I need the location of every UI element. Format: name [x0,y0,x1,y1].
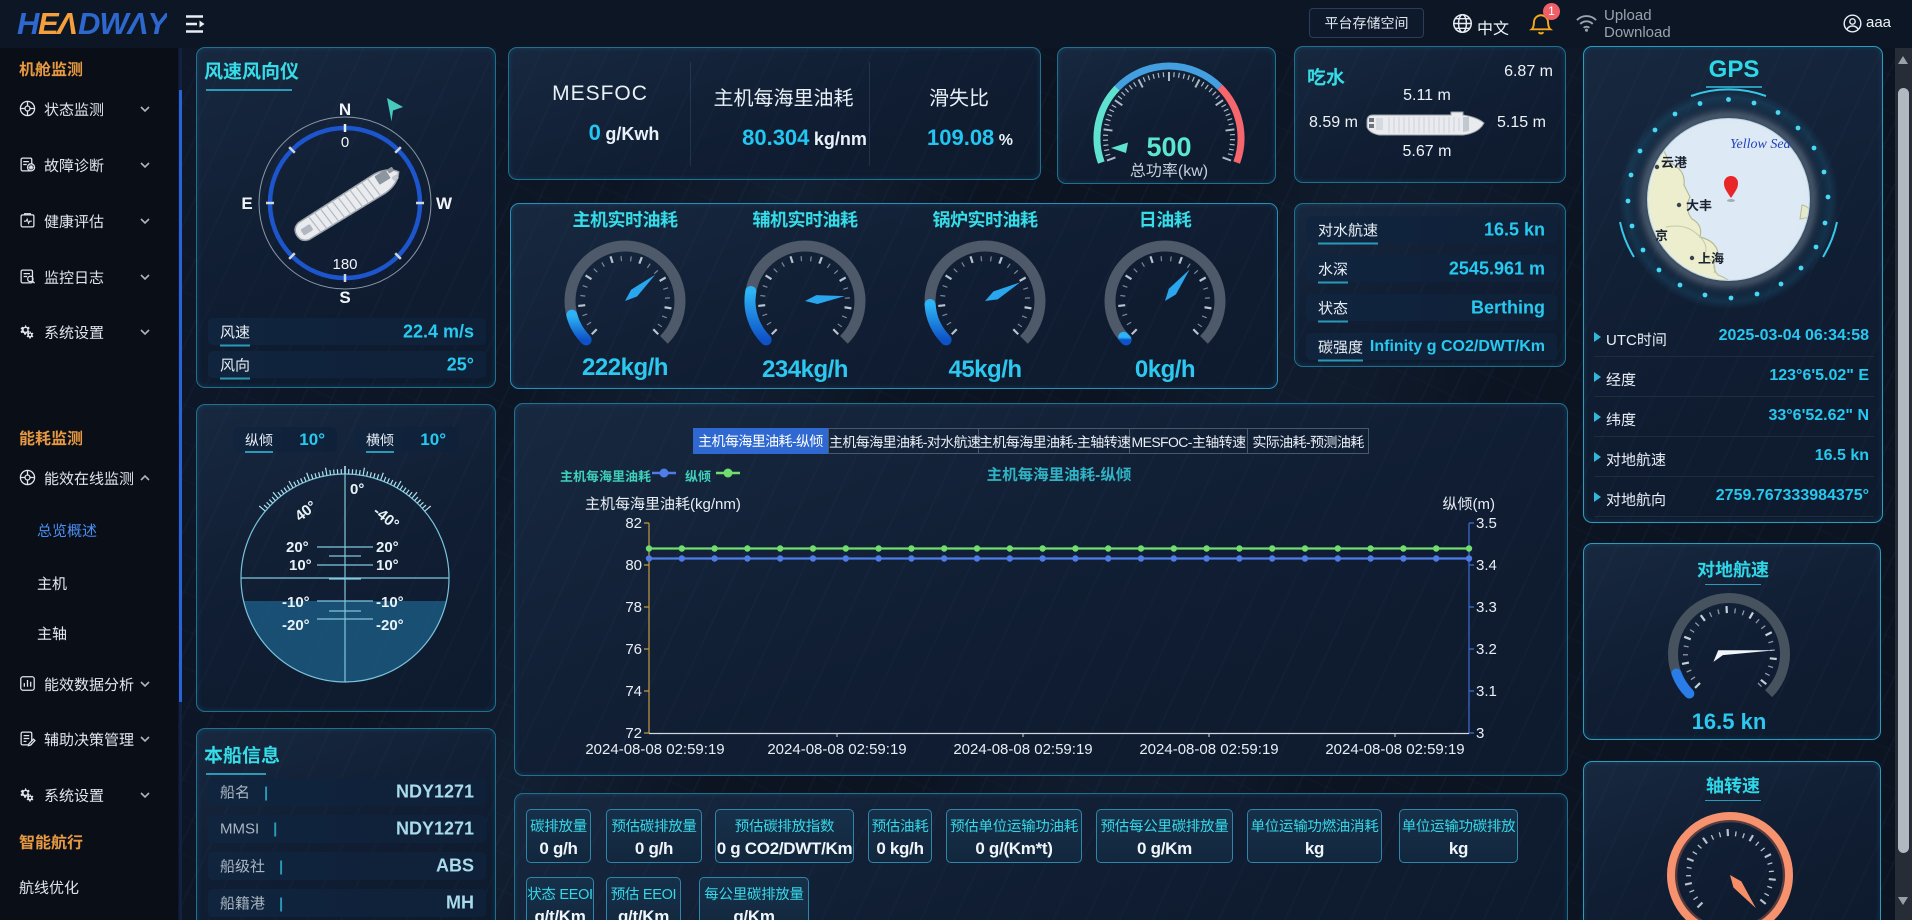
svg-text:74: 74 [625,683,642,700]
svg-text:S: S [339,288,350,307]
svg-text:0: 0 [341,134,349,151]
svg-text:锅炉实时油耗: 锅炉实时油耗 [933,206,1038,232]
svg-text:2024-08-08 02:59:19: 2024-08-08 02:59:19 [1139,741,1278,758]
svg-text:3.4: 3.4 [1476,557,1497,574]
svg-text:N: N [339,100,351,119]
svg-text:40°: 40° [292,498,320,525]
svg-text:20°: 20° [376,539,399,556]
svg-text:76: 76 [625,641,642,658]
svg-text:10°: 10° [376,557,399,574]
svg-text:2024-08-08 02:59:19: 2024-08-08 02:59:19 [767,741,906,758]
svg-text:0kg/h: 0kg/h [1135,356,1195,383]
svg-text:-10°: -10° [376,594,404,611]
svg-text:H: H [17,6,40,41]
svg-text:-10°: -10° [282,594,310,611]
svg-text:3.5: 3.5 [1476,515,1497,532]
svg-text:72: 72 [625,725,642,742]
svg-text:日油耗: 日油耗 [1139,206,1192,232]
svg-text:2024-08-08 02:59:19: 2024-08-08 02:59:19 [1325,741,1464,758]
svg-text:Yellow Sea: Yellow Sea [1730,137,1791,152]
svg-text:2024-08-08 02:59:19: 2024-08-08 02:59:19 [953,741,1092,758]
svg-text:上海: 上海 [1698,248,1724,267]
svg-text:3.2: 3.2 [1476,641,1497,658]
svg-text:E: E [241,194,252,213]
svg-text:16.5 kn: 16.5 kn [1692,709,1767,734]
svg-text:234kg/h: 234kg/h [762,356,848,383]
svg-text:辅机实时油耗: 辅机实时油耗 [753,206,858,232]
svg-text:DWΛY: DWΛY [78,6,167,41]
svg-text:云港: 云港 [1661,152,1687,171]
svg-text:3.1: 3.1 [1476,683,1497,700]
svg-text:3: 3 [1476,725,1484,742]
svg-text:3.3: 3.3 [1476,599,1497,616]
svg-text:主机实时油耗: 主机实时油耗 [573,206,678,232]
svg-text:82: 82 [625,515,642,532]
svg-text:20°: 20° [286,539,309,556]
svg-text:0°: 0° [350,481,364,498]
svg-text:45kg/h: 45kg/h [948,356,1021,383]
svg-text:78: 78 [625,599,642,616]
svg-text:总功率(kw): 总功率(kw) [1130,162,1208,180]
svg-text:-40°: -40° [370,503,402,533]
svg-text:Λ: Λ [55,6,77,41]
svg-text:10°: 10° [289,557,312,574]
svg-text:-20°: -20° [376,617,404,634]
svg-text:180: 180 [332,256,357,273]
svg-text:京: 京 [1655,225,1668,244]
svg-text:-20°: -20° [282,617,310,634]
svg-text:222kg/h: 222kg/h [582,354,668,381]
svg-text:大丰: 大丰 [1686,195,1712,214]
svg-text:W: W [436,194,453,213]
svg-text:2024-08-08 02:59:19: 2024-08-08 02:59:19 [585,741,724,758]
svg-text:500: 500 [1146,132,1191,162]
svg-text:80: 80 [625,557,642,574]
